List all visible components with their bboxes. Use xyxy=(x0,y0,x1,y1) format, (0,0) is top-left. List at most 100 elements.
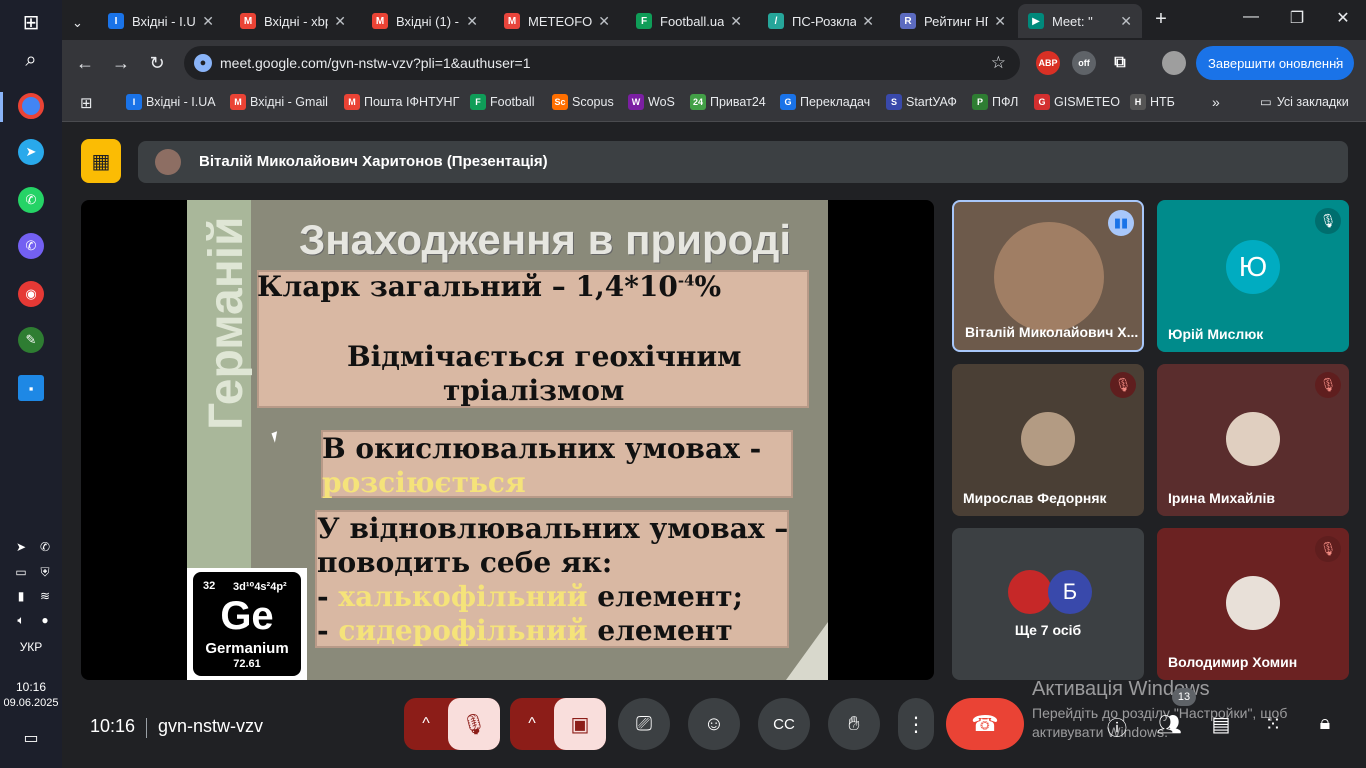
security-tray-icon[interactable]: ⛨ xyxy=(36,564,54,580)
slide-box2-line1: В окислювальних умовах - xyxy=(322,432,762,465)
participant-tile-more[interactable]: Б Ще 7 осіб xyxy=(952,528,1144,680)
close-tab-icon[interactable]: ✕ xyxy=(1120,13,1132,30)
close-tab-icon[interactable]: ✕ xyxy=(994,13,1006,30)
adblock-icon[interactable]: ABP xyxy=(1036,51,1060,75)
bookmark-11[interactable]: H НТБ xyxy=(1130,94,1175,110)
tab-2[interactable]: M Вхідні (1) - ✕ xyxy=(362,4,488,38)
tab-3[interactable]: M METEOFOR ✕ xyxy=(494,4,620,38)
camera-options-chevron-icon[interactable]: ^ xyxy=(510,715,554,733)
url-text[interactable]: meet.google.com/gvn-nstw-vzv?pli=1&authu… xyxy=(220,55,531,71)
update-button[interactable]: Завершити оновлення ⋮ xyxy=(1196,46,1354,80)
raise-hand-button[interactable]: ✋︎ xyxy=(828,698,880,750)
bookmark-5[interactable]: W WoS xyxy=(628,94,675,110)
close-tab-icon[interactable]: ✕ xyxy=(202,13,214,30)
mic-off-button[interactable]: 🎙︎ xyxy=(448,698,500,750)
volume-icon[interactable]: 🔈︎ xyxy=(12,612,30,628)
element-name: Germanium xyxy=(205,640,289,657)
save-app-icon[interactable]: ▪ xyxy=(8,368,54,408)
bookmark-1[interactable]: M Вхідні - Gmail xyxy=(230,94,328,110)
chat-icon[interactable]: ▤ xyxy=(1206,712,1236,737)
bookmark-2[interactable]: M Пошта ІФНТУНГ xyxy=(344,94,459,110)
viber-tray-icon[interactable]: ✆ xyxy=(36,539,54,555)
battery-icon[interactable]: ▮ xyxy=(12,588,30,604)
extensions-icon[interactable]: ⧉ xyxy=(1108,51,1132,75)
extension-off-icon[interactable]: off xyxy=(1072,51,1096,75)
chrome-icon[interactable] xyxy=(8,86,54,126)
new-tab-button[interactable]: + xyxy=(1146,8,1176,31)
taskbar-date[interactable]: 09.06.2025 xyxy=(0,697,62,709)
telegram-icon[interactable]: ➤ xyxy=(8,132,54,172)
whatsapp-icon[interactable]: ✆ xyxy=(8,180,54,220)
bookmark-3[interactable]: F Football xyxy=(470,94,534,110)
participant-tile-iryna[interactable]: 🎙︎ Ірина Михайлів xyxy=(1157,364,1349,516)
tab-7[interactable]: ▶ Meet: " ✕ xyxy=(1018,4,1142,38)
bookmark-6[interactable]: 24 Приват24 xyxy=(690,94,766,110)
notifications-icon[interactable]: ▭ xyxy=(8,718,54,758)
tab-4[interactable]: F Football.ua ✕ xyxy=(626,4,752,38)
element-config: 3d¹⁰4s²4p² xyxy=(233,581,287,593)
back-button[interactable]: ← xyxy=(72,50,98,76)
end-call-button[interactable]: ☎ xyxy=(946,698,1024,750)
tab-1[interactable]: M Вхідні - xbp ✕ xyxy=(230,4,356,38)
mic-site-icon[interactable]: ● xyxy=(194,54,212,72)
taskbar-time[interactable]: 10:16 xyxy=(0,680,62,694)
microphone-tray-icon[interactable]: ● xyxy=(36,612,54,628)
close-tab-icon[interactable]: ✕ xyxy=(598,13,610,30)
close-tab-icon[interactable]: ✕ xyxy=(466,13,478,30)
language-indicator[interactable]: УКР xyxy=(0,640,62,654)
telegram-tray-icon[interactable]: ➤ xyxy=(12,539,30,555)
close-tab-icon[interactable]: ✕ xyxy=(334,13,346,30)
search-icon[interactable]: ⌕ xyxy=(8,40,54,80)
forward-button[interactable]: → xyxy=(108,50,134,76)
reload-button[interactable]: ↻ xyxy=(144,50,170,76)
display-tray-icon[interactable]: ▭ xyxy=(12,564,30,580)
mic-off-icon: 🎙︎ xyxy=(1315,372,1341,398)
activities-icon[interactable]: ⁙ xyxy=(1258,712,1288,737)
bookmark-0[interactable]: I Вхідні - I.UA xyxy=(126,94,216,110)
people-icon[interactable]: 👥︎ xyxy=(1154,712,1184,737)
maximize-button[interactable]: ❐ xyxy=(1282,8,1312,28)
tab-6[interactable]: R Рейтинг НП ✕ xyxy=(890,4,1016,38)
close-window-button[interactable]: ✕ xyxy=(1328,8,1358,28)
presenter-bar[interactable]: Віталій Миколайович Харитонов (Презентац… xyxy=(138,141,1348,183)
host-controls-icon[interactable]: 🔒︎ xyxy=(1310,712,1340,735)
participant-tile-yurii[interactable]: 🎙︎ Ю Юрій Мислюк xyxy=(1157,200,1349,352)
more-bookmarks-icon[interactable]: » xyxy=(1212,94,1220,110)
captions-button[interactable]: CC xyxy=(758,698,810,750)
address-bar[interactable]: ● meet.google.com/gvn-nstw-vzv?pli=1&aut… xyxy=(184,46,1020,80)
presentation-icon[interactable]: ▦ xyxy=(81,139,121,183)
bookmark-7[interactable]: G Перекладач xyxy=(780,94,870,110)
minimize-button[interactable]: — xyxy=(1236,8,1266,26)
bookmark-favicon-icon: H xyxy=(1130,94,1146,110)
app-icon[interactable]: ✎ xyxy=(8,320,54,360)
profile-avatar[interactable] xyxy=(1162,51,1186,75)
bookmark-8[interactable]: S StartУАФ xyxy=(886,94,957,110)
apps-grid-icon[interactable]: ⊞ xyxy=(80,94,93,112)
camera-off-button[interactable]: ▣ xyxy=(554,698,606,750)
present-screen-button[interactable]: ⎚ xyxy=(618,698,670,750)
bookmark-4[interactable]: Sc Scopus xyxy=(552,94,614,110)
participant-avatar: Б xyxy=(1048,570,1092,614)
mic-options-chevron-icon[interactable]: ^ xyxy=(404,715,448,733)
close-tab-icon[interactable]: ✕ xyxy=(862,13,874,30)
participant-tile-myroslav[interactable]: 🎙︎ Мирослав Федорняк xyxy=(952,364,1144,516)
bookmark-9[interactable]: P ПФЛ xyxy=(972,94,1018,110)
viber-icon[interactable]: ✆ xyxy=(8,226,54,266)
close-tab-icon[interactable]: ✕ xyxy=(730,13,742,30)
screen-recorder-icon[interactable]: ◉ xyxy=(8,274,54,314)
wifi-icon[interactable]: ≋ xyxy=(36,588,54,604)
all-bookmarks[interactable]: ▭ Усі закладки xyxy=(1260,94,1349,110)
emoji-button[interactable]: ☺ xyxy=(688,698,740,750)
tab-search-icon[interactable]: ⌄ xyxy=(66,6,94,40)
more-options-button[interactable]: ⋮ xyxy=(898,698,934,750)
meeting-code[interactable]: gvn-nstw-vzv xyxy=(158,716,263,737)
tab-0[interactable]: I Вхідні - I.UA ✕ xyxy=(98,4,224,38)
meeting-info-icon[interactable]: ⓘ xyxy=(1102,712,1132,741)
tab-5[interactable]: / ПС-Розкла ✕ xyxy=(758,4,884,38)
windows-start-icon[interactable]: ⊞ xyxy=(8,2,54,42)
bookmark-star-icon[interactable]: ☆ xyxy=(991,53,1006,73)
participant-tile-vitalii[interactable]: ▮▮ Віталій Миколайович Х... xyxy=(952,200,1144,352)
presentation-stage[interactable]: Германій Знаходження в природі Кларк заг… xyxy=(81,200,934,680)
participant-tile-volodymyr[interactable]: 🎙︎ Володимир Хомин xyxy=(1157,528,1349,680)
bookmark-10[interactable]: G GISMETEO xyxy=(1034,94,1120,110)
